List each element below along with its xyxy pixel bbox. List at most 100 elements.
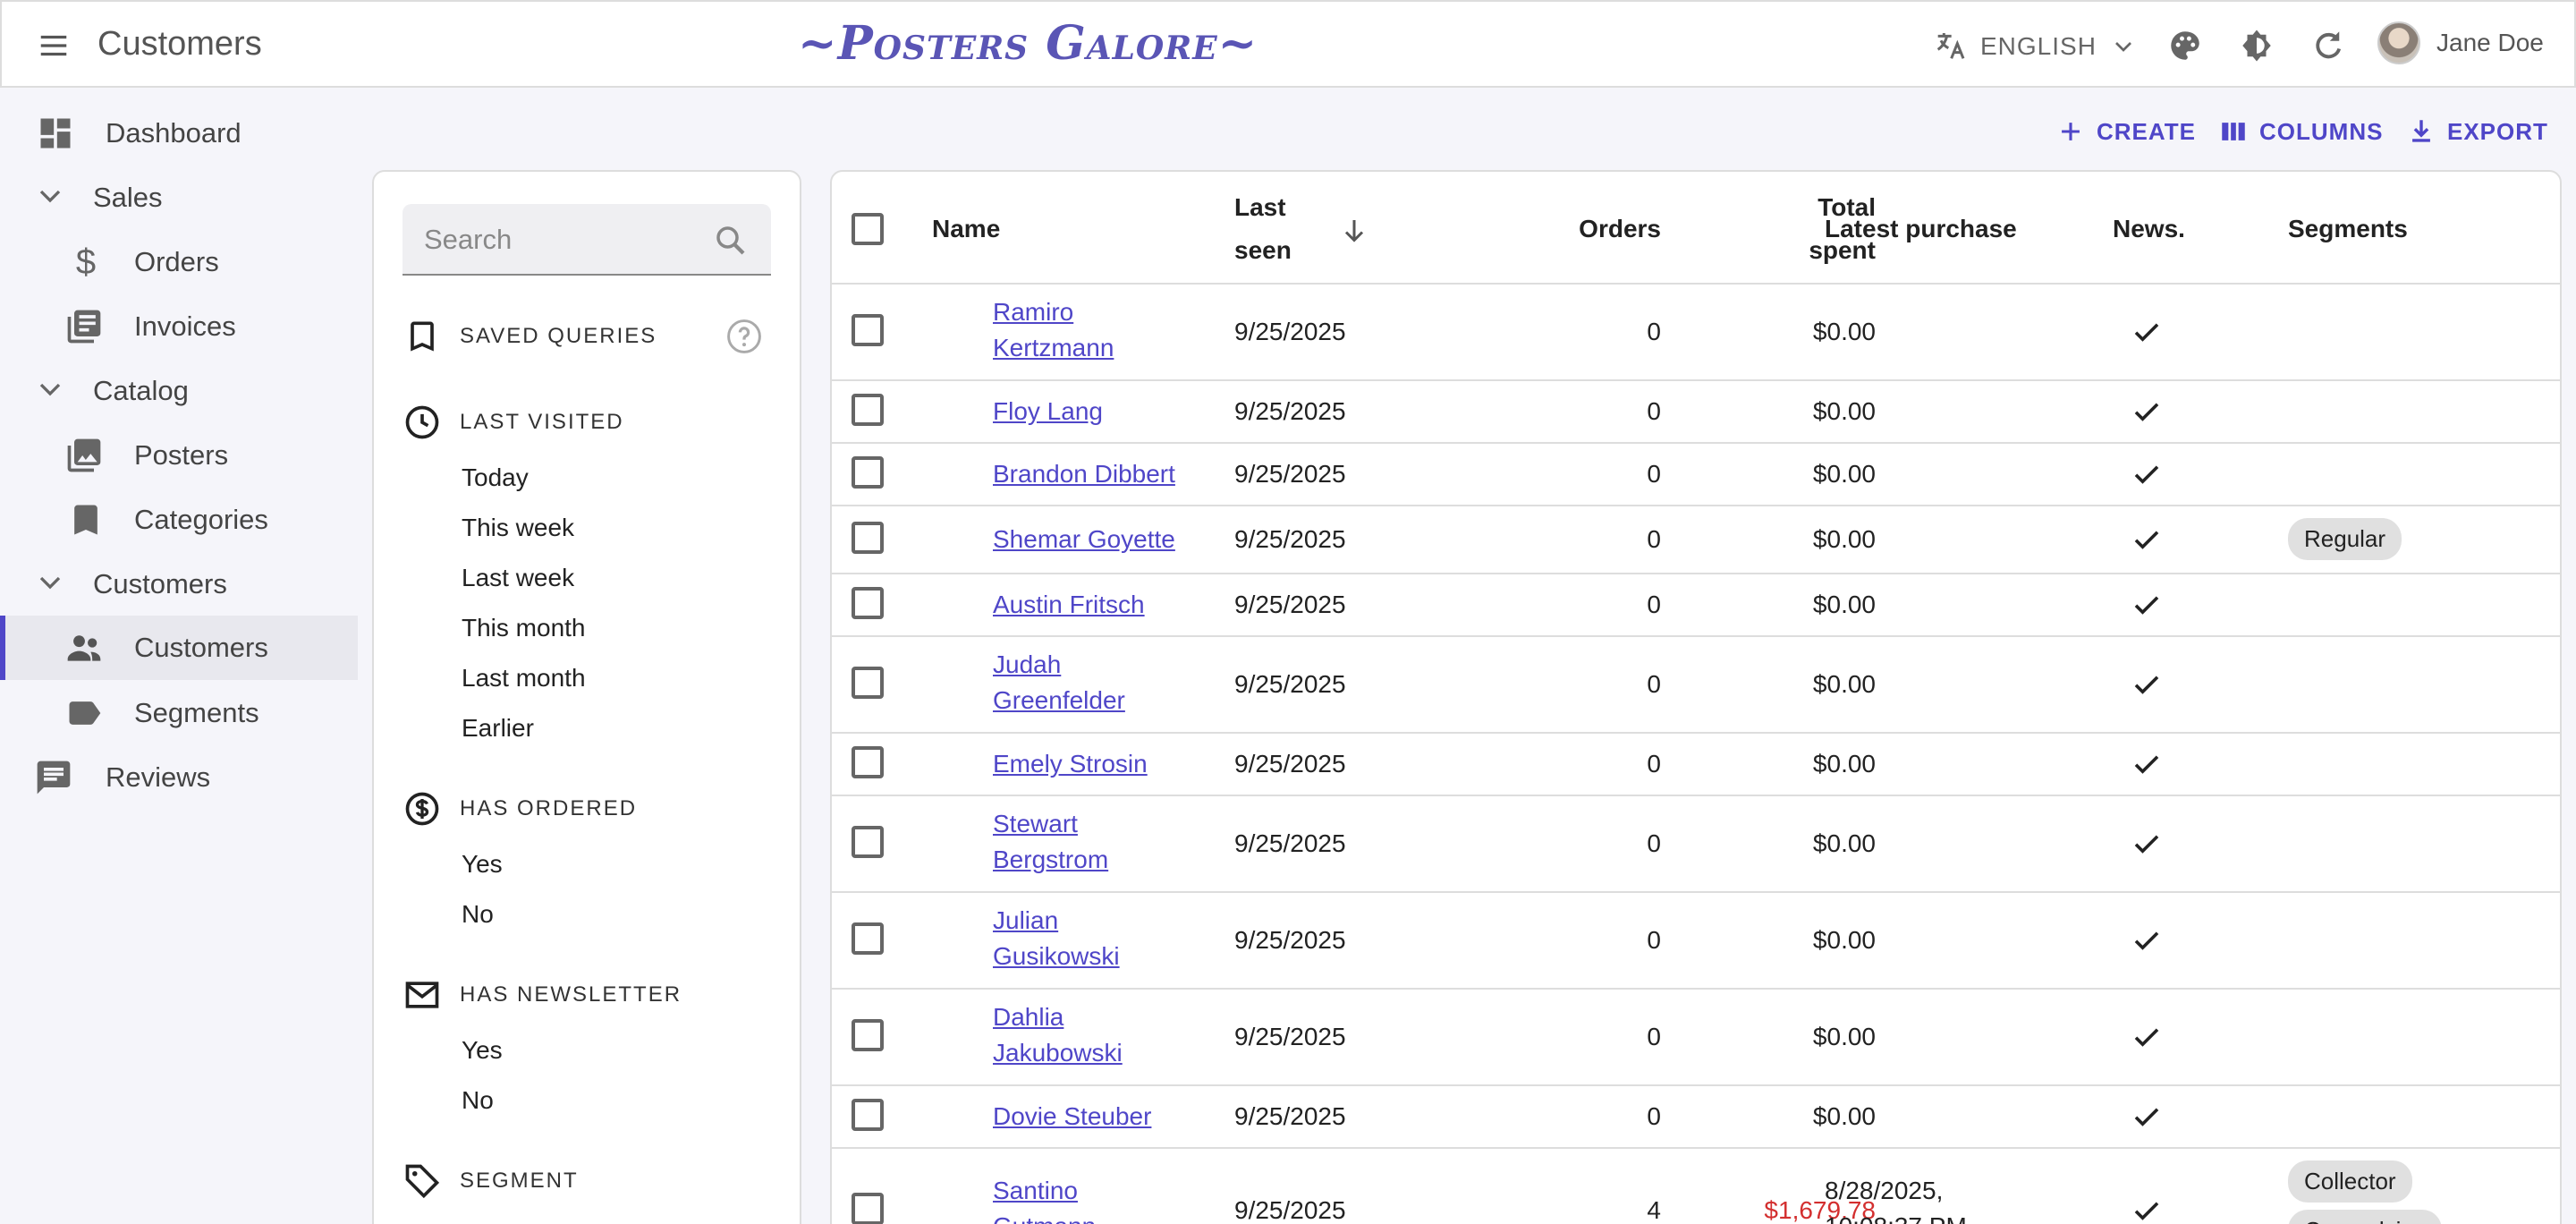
total-spent-cell: $0.00 bbox=[1812, 670, 1876, 698]
customer-name-link[interactable]: Judah Greenfelder bbox=[993, 647, 1125, 718]
refresh-icon[interactable] bbox=[2309, 27, 2347, 64]
select-all-checkbox[interactable] bbox=[852, 213, 884, 245]
sidebar-item-reviews[interactable]: Reviews bbox=[0, 746, 358, 809]
customer-name-line: Austin Fritsch bbox=[993, 591, 1145, 618]
filter-newsletter-no[interactable]: No bbox=[462, 1086, 494, 1115]
check-icon bbox=[2131, 1101, 2163, 1133]
sidebar-item-invoices[interactable]: Invoices bbox=[0, 295, 358, 358]
table-row[interactable]: Dovie Steuber 9/25/2025 0 $0.00 bbox=[832, 1086, 2560, 1147]
export-button[interactable]: EXPORT bbox=[2406, 116, 2548, 147]
row-checkbox[interactable] bbox=[852, 746, 884, 778]
sort-descending-icon[interactable] bbox=[1338, 215, 1370, 247]
row-checkbox[interactable] bbox=[852, 314, 884, 346]
comment-icon bbox=[34, 758, 73, 797]
row-checkbox[interactable] bbox=[852, 667, 884, 699]
table-row[interactable]: Emely Strosin 9/25/2025 0 $0.00 bbox=[832, 734, 2560, 795]
filter-today[interactable]: Today bbox=[462, 463, 529, 492]
filter-this-week[interactable]: This week bbox=[462, 514, 574, 542]
sidebar-group-sales[interactable]: Sales bbox=[0, 166, 358, 229]
search-input[interactable]: Search bbox=[402, 204, 771, 276]
sidebar-item-orders[interactable]: $ Orders bbox=[0, 231, 358, 293]
table-row[interactable]: Dahlia Jakubowski 9/25/2025 0 $0.00 bbox=[832, 990, 2560, 1084]
customer-name-link[interactable]: Julian Gusikowski bbox=[993, 903, 1120, 974]
filter-earlier[interactable]: Earlier bbox=[462, 714, 534, 743]
customer-name-link[interactable]: Ramiro Kertzmann bbox=[993, 294, 1114, 366]
table-row[interactable]: Floy Lang 9/25/2025 0 $0.00 bbox=[832, 381, 2560, 442]
row-checkbox[interactable] bbox=[852, 1099, 884, 1131]
sidebar-item-categories[interactable]: Categories bbox=[0, 489, 358, 551]
theme-toggle-icon[interactable] bbox=[2238, 27, 2275, 64]
customer-name-link[interactable]: Shemar Goyette bbox=[993, 522, 1175, 557]
table-row[interactable]: Stewart Bergstrom 9/25/2025 0 $0.00 bbox=[832, 796, 2560, 891]
column-header-name[interactable]: Name bbox=[932, 208, 1000, 251]
column-header-latest-purchase[interactable]: Latest purchase bbox=[1825, 208, 2017, 251]
customer-name-line: Jakubowski bbox=[993, 1039, 1123, 1067]
row-checkbox[interactable] bbox=[852, 1193, 884, 1224]
menu-icon[interactable] bbox=[34, 29, 73, 63]
sidebar-group-customers[interactable]: Customers bbox=[0, 553, 358, 616]
row-checkbox[interactable] bbox=[852, 522, 884, 554]
table-row[interactable]: SantinoGutmann9/25/20254$1,679.788/28/20… bbox=[832, 1149, 2560, 1224]
customer-name-line: Kertzmann bbox=[993, 334, 1114, 361]
table-row[interactable]: Shemar Goyette 9/25/2025 0 $0.00 Regular bbox=[832, 506, 2560, 573]
sidebar-group-catalog[interactable]: Catalog bbox=[0, 360, 358, 422]
filter-has-ordered-yes[interactable]: Yes bbox=[462, 850, 503, 879]
customer-name-link[interactable]: Stewart Bergstrom bbox=[993, 806, 1108, 878]
sidebar-item-label: Catalog bbox=[93, 375, 189, 406]
translate-icon bbox=[1932, 29, 1968, 64]
table-row[interactable]: Brandon Dibbert 9/25/2025 0 $0.00 bbox=[832, 444, 2560, 505]
filter-last-week[interactable]: Last week bbox=[462, 564, 574, 592]
customers-table: Name Last seen Orders Total spent Latest… bbox=[830, 170, 2562, 1224]
check-icon bbox=[2131, 316, 2163, 348]
sidebar-item-posters[interactable]: Posters bbox=[0, 424, 358, 487]
segment-header: SEGMENT bbox=[402, 1161, 579, 1201]
table-row[interactable]: Austin Fritsch 9/25/2025 0 $0.00 bbox=[832, 574, 2560, 635]
customer-name-link[interactable]: Brandon Dibbert bbox=[993, 456, 1175, 492]
customer-name-link[interactable]: Dahlia Jakubowski bbox=[993, 999, 1123, 1071]
column-header-newsletter[interactable]: News. bbox=[2113, 208, 2185, 251]
customer-name-link[interactable]: Austin Fritsch bbox=[993, 587, 1145, 623]
palette-icon[interactable] bbox=[2166, 27, 2204, 64]
row-checkbox[interactable] bbox=[852, 922, 884, 955]
filter-last-month[interactable]: Last month bbox=[462, 664, 586, 693]
table-row[interactable]: Judah Greenfelder 9/25/2025 0 $0.00 bbox=[832, 637, 2560, 732]
filter-has-ordered-no[interactable]: No bbox=[462, 900, 494, 929]
page-title: Customers bbox=[97, 25, 262, 63]
customer-name-link[interactable]: Emely Strosin bbox=[993, 746, 1148, 782]
row-checkbox[interactable] bbox=[852, 456, 884, 489]
row-checkbox[interactable] bbox=[852, 826, 884, 858]
header-line: Last bbox=[1234, 193, 1286, 221]
columns-button[interactable]: COLUMNS bbox=[2218, 116, 2383, 147]
segments-cell: Regular bbox=[2288, 518, 2402, 567]
chevron-down-icon bbox=[32, 565, 72, 604]
total-spent-cell: $0.00 bbox=[1812, 525, 1876, 553]
sidebar-item-segments[interactable]: Segments bbox=[0, 682, 358, 744]
filter-this-month[interactable]: This month bbox=[462, 614, 586, 642]
customer-name-link[interactable]: Floy Lang bbox=[993, 394, 1103, 429]
sidebar-item-dashboard[interactable]: Dashboard bbox=[0, 102, 358, 165]
row-checkbox[interactable] bbox=[852, 394, 884, 426]
table-row[interactable]: Julian Gusikowski 9/25/2025 0 $0.00 bbox=[832, 893, 2560, 988]
has-newsletter-label: HAS NEWSLETTER bbox=[460, 982, 682, 1007]
image-collection-icon bbox=[64, 436, 104, 475]
sidebar-item-label: Reviews bbox=[106, 761, 211, 793]
sidebar-item-label: Dashboard bbox=[106, 117, 242, 149]
check-icon bbox=[2131, 828, 2163, 860]
row-checkbox[interactable] bbox=[852, 1019, 884, 1051]
language-selector[interactable]: ENGLISH bbox=[1932, 29, 2138, 64]
create-button[interactable]: CREATE bbox=[2055, 116, 2196, 147]
customer-name-line: Judah bbox=[993, 650, 1062, 678]
row-checkbox[interactable] bbox=[852, 587, 884, 619]
filter-newsletter-yes[interactable]: Yes bbox=[462, 1036, 503, 1065]
total-spent-cell: $0.00 bbox=[1812, 591, 1876, 618]
column-header-orders[interactable]: Orders bbox=[1482, 208, 1661, 251]
customer-name-link[interactable]: Santino Gutmann bbox=[993, 1173, 1096, 1224]
user-menu[interactable]: Jane Doe bbox=[2377, 21, 2544, 64]
sidebar-item-customers[interactable]: Customers bbox=[0, 616, 358, 680]
help-icon[interactable] bbox=[724, 317, 764, 356]
check-icon bbox=[2131, 668, 2163, 701]
customer-name-link[interactable]: Dovie Steuber bbox=[993, 1099, 1151, 1135]
user-name: Jane Doe bbox=[2436, 29, 2544, 56]
table-row[interactable]: Ramiro Kertzmann 9/25/2025 0 $0.00 bbox=[832, 285, 2560, 379]
column-header-last-seen[interactable]: Last seen bbox=[1234, 186, 1292, 272]
